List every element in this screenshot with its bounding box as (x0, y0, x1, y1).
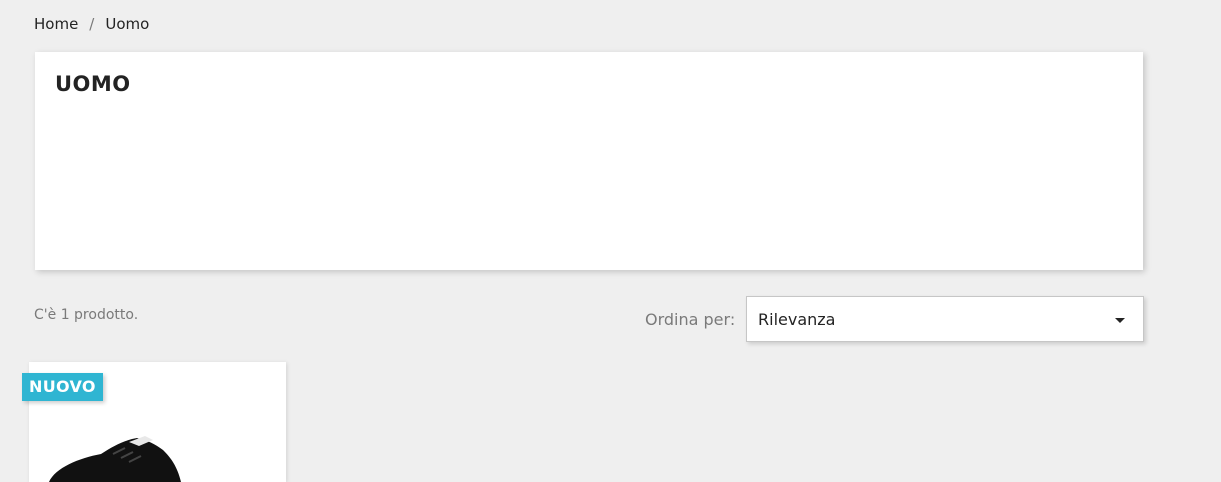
caret-down-icon (1115, 318, 1125, 323)
sort-dropdown[interactable]: Rilevanza (746, 296, 1144, 342)
breadcrumb-separator: / (89, 15, 95, 33)
breadcrumb: Home / Uomo (34, 15, 149, 33)
category-header-block: UOMO (35, 52, 1143, 270)
product-count: C'è 1 prodotto. (34, 307, 139, 323)
breadcrumb-item-uomo[interactable]: Uomo (105, 15, 149, 33)
new-badge: NUOVO (22, 373, 103, 401)
page-title: UOMO (55, 72, 131, 96)
sort-label: Ordina per: (645, 310, 736, 329)
sort-selected-value: Rilevanza (758, 309, 836, 329)
breadcrumb-item-home[interactable]: Home (34, 15, 78, 33)
